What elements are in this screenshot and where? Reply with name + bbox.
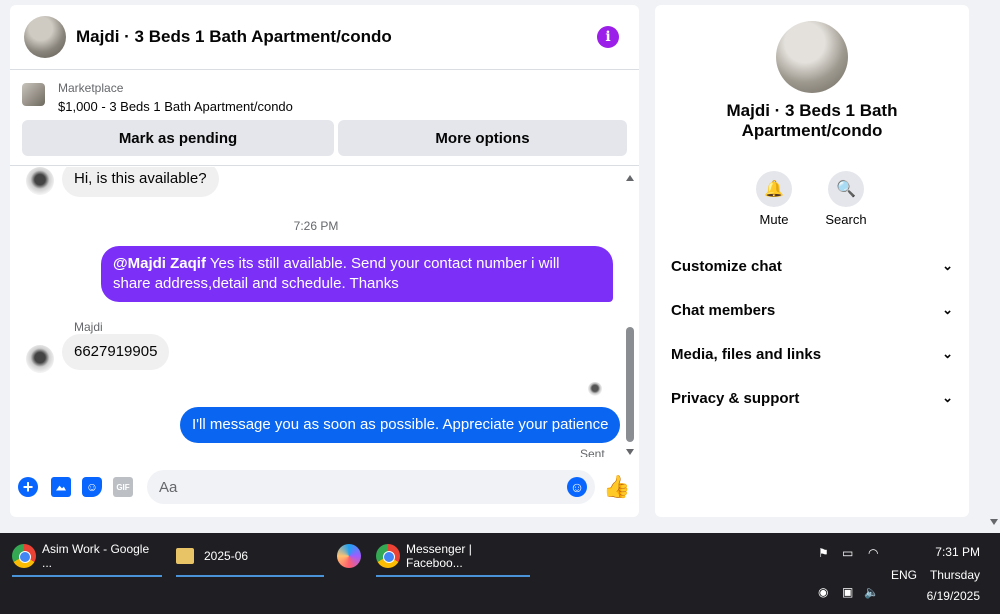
taskbar: Asim Work - Google ... 2025-06 Messenger… bbox=[0, 533, 1000, 614]
task-label: Messenger | Faceboo... bbox=[406, 542, 472, 570]
chat-panel: Majdi · 3 Beds 1 Bath Apartment/condo i … bbox=[10, 5, 639, 517]
row-label: Privacy & support bbox=[671, 389, 800, 407]
composer: + ☺ GIF ☺ 👍 bbox=[10, 467, 639, 507]
chevron-down-icon[interactable]: ⌄ bbox=[942, 346, 953, 362]
more-options-button[interactable]: More options bbox=[338, 120, 627, 156]
listing-thumbnail[interactable] bbox=[22, 83, 45, 106]
chrome-icon bbox=[376, 544, 400, 568]
sender-avatar[interactable] bbox=[26, 167, 54, 195]
listing-title[interactable]: $1,000 - 3 Beds 1 Bath Apartment/condo bbox=[58, 99, 293, 114]
chat-header: Majdi · 3 Beds 1 Bath Apartment/condo i bbox=[10, 5, 639, 70]
profile-name: Majdi · 3 Beds 1 Bath Apartment/condo bbox=[726, 101, 898, 140]
scroll-down-arrow-icon[interactable] bbox=[626, 449, 634, 455]
conversation-avatar[interactable] bbox=[24, 16, 66, 58]
mark-as-pending-button[interactable]: Mark as pending bbox=[22, 120, 334, 156]
row-label: Customize chat bbox=[671, 257, 782, 275]
scroll-thumb[interactable] bbox=[626, 327, 634, 442]
network-status-icon[interactable]: ⚑ bbox=[818, 546, 829, 560]
search-button[interactable]: 🔍 Search bbox=[816, 171, 876, 227]
battery-icon[interactable]: ▭ bbox=[842, 546, 853, 560]
message-outgoing[interactable]: @Majdi Zaqif Yes its still available. Se… bbox=[101, 246, 613, 302]
chevron-down-icon[interactable]: ⌄ bbox=[942, 302, 953, 318]
volume-icon[interactable]: 🔈 bbox=[864, 585, 879, 599]
tray-app-icon[interactable]: ◉ bbox=[818, 585, 828, 599]
bell-icon[interactable]: 🔔 bbox=[756, 171, 792, 207]
taskbar-folder[interactable]: 2025-06 bbox=[176, 537, 324, 577]
chevron-down-icon[interactable]: ⌄ bbox=[942, 258, 953, 274]
message-timestamp: 7:26 PM bbox=[293, 219, 339, 233]
privacy-support-row[interactable]: Privacy & support ⌄ bbox=[671, 378, 953, 418]
page-scroll-down-arrow-icon[interactable] bbox=[990, 519, 998, 525]
chrome-icon bbox=[12, 544, 36, 568]
gif-icon[interactable]: GIF bbox=[113, 477, 133, 497]
clock-date[interactable]: 6/19/2025 bbox=[927, 589, 980, 603]
profile-avatar[interactable] bbox=[776, 21, 848, 93]
seen-avatar bbox=[588, 382, 602, 396]
language-indicator[interactable]: ENG bbox=[891, 568, 917, 582]
chevron-down-icon[interactable]: ⌄ bbox=[942, 390, 953, 406]
taskbar-chrome-work[interactable]: Asim Work - Google ... bbox=[12, 537, 162, 577]
sticker-icon[interactable]: ☺ bbox=[82, 477, 102, 497]
taskbar-copilot[interactable] bbox=[337, 537, 363, 575]
search-icon[interactable]: 🔍 bbox=[828, 171, 864, 207]
message-list[interactable]: Hi, is this available? 7:26 PM @Majdi Za… bbox=[10, 167, 639, 457]
message-scrollbar[interactable] bbox=[623, 167, 635, 457]
message-outgoing[interactable]: I'll message you as soon as possible. Ap… bbox=[180, 407, 621, 443]
sender-avatar[interactable] bbox=[26, 345, 54, 373]
taskbar-messenger[interactable]: Messenger | Faceboo... bbox=[376, 537, 530, 577]
chat-title[interactable]: Majdi · 3 Beds 1 Bath Apartment/condo bbox=[76, 27, 597, 47]
thumbs-up-icon[interactable]: 👍 bbox=[603, 474, 630, 500]
scroll-up-arrow-icon[interactable] bbox=[626, 175, 634, 181]
media-files-links-row[interactable]: Media, files and links ⌄ bbox=[671, 334, 953, 374]
message-incoming[interactable]: 6627919905 bbox=[62, 334, 170, 370]
sender-name: Majdi bbox=[74, 320, 103, 334]
task-label: Asim Work - Google ... bbox=[42, 542, 150, 570]
row-label: Chat members bbox=[671, 301, 776, 319]
task-underline bbox=[376, 575, 530, 577]
task-underline bbox=[12, 575, 162, 577]
mention[interactable]: @Majdi Zaqif bbox=[113, 255, 206, 272]
task-underline bbox=[176, 575, 324, 577]
tray-red-icon[interactable]: ▣ bbox=[842, 585, 853, 599]
customize-chat-row[interactable]: Customize chat ⌄ bbox=[671, 246, 953, 286]
plus-icon[interactable]: + bbox=[18, 477, 38, 497]
info-icon[interactable]: i bbox=[597, 26, 619, 48]
message-incoming[interactable]: Hi, is this available? bbox=[62, 167, 219, 197]
message-status: Sent bbox=[580, 447, 605, 457]
marketplace-listing: Marketplace $1,000 - 3 Beds 1 Bath Apart… bbox=[10, 70, 639, 166]
marketplace-label: Marketplace bbox=[58, 81, 124, 95]
folder-icon bbox=[176, 548, 194, 564]
row-label: Media, files and links bbox=[671, 345, 822, 363]
photo-icon[interactable] bbox=[51, 477, 71, 497]
emoji-icon[interactable]: ☺ bbox=[567, 477, 587, 497]
search-label: Search bbox=[825, 212, 867, 227]
chat-members-row[interactable]: Chat members ⌄ bbox=[671, 290, 953, 330]
wifi-icon[interactable]: ◠ bbox=[868, 546, 878, 560]
mute-label: Mute bbox=[759, 212, 789, 227]
conversation-info-panel: Majdi · 3 Beds 1 Bath Apartment/condo 🔔 … bbox=[655, 5, 969, 517]
clock-time[interactable]: 7:31 PM bbox=[935, 545, 980, 559]
copilot-icon bbox=[337, 544, 361, 568]
task-label: 2025-06 bbox=[204, 549, 249, 563]
clock-day[interactable]: Thursday bbox=[930, 568, 980, 582]
message-input[interactable] bbox=[147, 470, 595, 504]
mute-button[interactable]: 🔔 Mute bbox=[744, 171, 804, 227]
